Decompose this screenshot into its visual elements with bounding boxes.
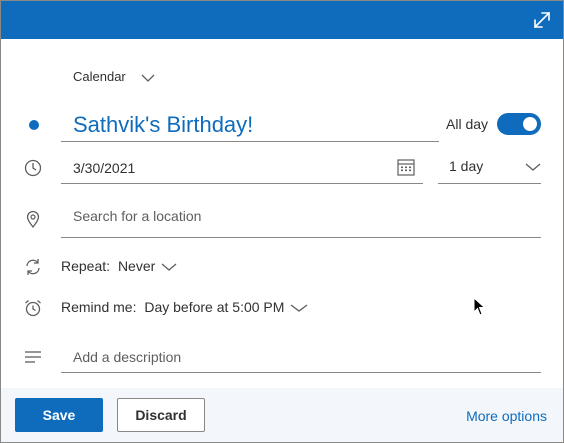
event-title-input[interactable] [73, 109, 433, 141]
description-input[interactable] [73, 346, 513, 368]
title-underline [61, 141, 439, 142]
duration-value: 1 day [449, 158, 484, 174]
mouse-cursor-icon [473, 297, 486, 316]
dialog-footer: Save Discard More options [1, 388, 563, 442]
calendar-selector[interactable]: Calendar [73, 69, 155, 84]
toggle-knob [523, 117, 537, 131]
duration-underline [438, 183, 541, 184]
reminder-value: Day before at 5:00 PM [144, 299, 285, 315]
repeat-value: Never [117, 258, 156, 274]
save-button[interactable]: Save [15, 398, 103, 432]
text-lines-icon [25, 351, 41, 363]
all-day-label: All day [446, 116, 489, 132]
duration-dropdown[interactable]: 1 day [449, 158, 541, 174]
description-underline [61, 372, 541, 373]
reminder-dropdown[interactable]: Remind me: Day before at 5:00 PM [61, 299, 308, 315]
calendar-selector-label: Calendar [73, 69, 126, 84]
calendar-icon[interactable] [396, 157, 416, 177]
start-date-input[interactable] [73, 157, 373, 179]
all-day-toggle[interactable] [497, 113, 541, 135]
date-underline [61, 183, 423, 184]
repeat-label: Repeat: [61, 258, 111, 274]
more-options-link[interactable]: More options [466, 408, 547, 424]
location-underline [61, 237, 541, 238]
location-pin-icon [26, 210, 40, 229]
reminder-label: Remind me: [61, 299, 137, 315]
location-search-input[interactable] [73, 205, 513, 227]
chevron-down-icon [525, 163, 541, 172]
repeat-icon [26, 259, 40, 275]
chevron-down-icon [290, 304, 308, 313]
chevron-down-icon [161, 263, 177, 272]
alarm-clock-icon [25, 300, 41, 317]
calendar-color-dot [29, 120, 39, 130]
event-compose-dialog: Calendar All day 1 day [0, 0, 564, 443]
discard-button[interactable]: Discard [117, 398, 205, 432]
expand-icon[interactable] [531, 9, 553, 31]
clock-icon [24, 159, 42, 177]
dialog-header-bar [1, 1, 563, 39]
repeat-dropdown[interactable]: Repeat: Never [61, 258, 177, 274]
chevron-down-icon [141, 74, 155, 82]
